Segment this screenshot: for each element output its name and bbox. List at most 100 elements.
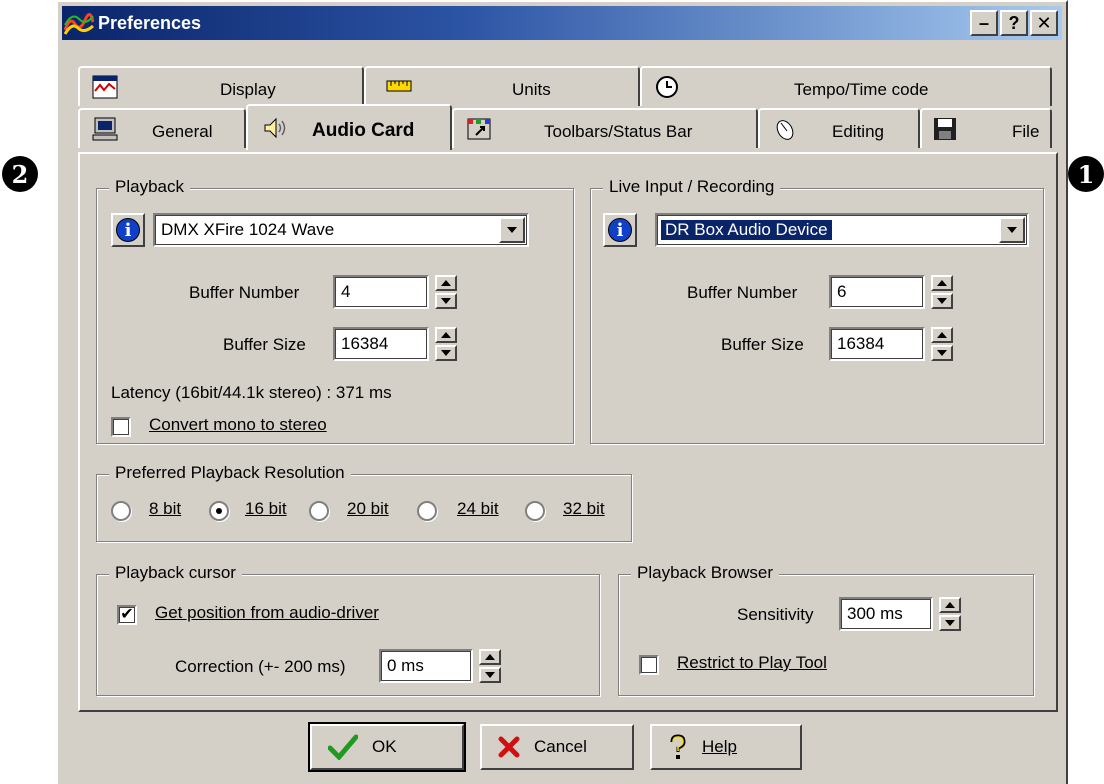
tab-label: Toolbars/Status Bar bbox=[544, 122, 693, 141]
arrow-down-icon bbox=[937, 350, 947, 356]
spin-down-button[interactable] bbox=[435, 345, 457, 361]
question-mark-icon bbox=[670, 734, 686, 759]
callout-marker-1: 1 bbox=[1068, 156, 1104, 192]
correction-input[interactable]: 0 ms bbox=[379, 649, 473, 683]
sensitivity-label: Sensitivity bbox=[737, 605, 814, 624]
tab-file[interactable]: File bbox=[920, 108, 1052, 148]
dropdown-button[interactable] bbox=[999, 217, 1025, 243]
radio-8bit[interactable] bbox=[111, 501, 131, 521]
radio-label-24bit[interactable]: 24 bit bbox=[457, 499, 499, 519]
recording-buffer-number-spinner[interactable] bbox=[931, 275, 953, 309]
spin-down-button[interactable] bbox=[931, 345, 953, 361]
tab-toolbars-status-bar[interactable]: Toolbars/Status Bar bbox=[452, 108, 758, 148]
recording-info-button[interactable]: i bbox=[603, 213, 637, 247]
spin-down-button[interactable] bbox=[931, 293, 953, 309]
recording-legend: Live Input / Recording bbox=[603, 177, 781, 197]
preferences-dialog: Preferences – ? ✕ Display Units Tempo/Ti… bbox=[56, 0, 1068, 784]
clock-icon bbox=[656, 76, 678, 98]
tab-editing[interactable]: Editing bbox=[758, 108, 920, 148]
floppy-icon bbox=[934, 118, 956, 140]
tab-tempo-time-code[interactable]: Tempo/Time code bbox=[640, 66, 1052, 106]
buffer-number-label: Buffer Number bbox=[687, 283, 798, 302]
spin-up-button[interactable] bbox=[939, 597, 961, 613]
restrict-checkbox[interactable] bbox=[639, 655, 659, 675]
recording-buffer-size-spinner[interactable] bbox=[931, 327, 953, 361]
playback-group: Playback i DMX XFire 1024 Wave Buffer Nu… bbox=[96, 177, 574, 444]
convert-mono-label[interactable]: Convert mono to stereo bbox=[149, 415, 327, 435]
radio-label-text: 32 bit bbox=[563, 499, 605, 518]
minimize-button[interactable]: – bbox=[970, 10, 998, 36]
tab-label: General bbox=[152, 122, 213, 141]
correction-spinner[interactable] bbox=[479, 649, 501, 683]
window-title: Preferences bbox=[98, 12, 202, 33]
radio-label-32bit[interactable]: 32 bit bbox=[563, 499, 605, 519]
playback-buffer-number-spinner[interactable] bbox=[435, 275, 457, 309]
playback-browser-legend: Playback Browser bbox=[631, 563, 780, 583]
close-button[interactable]: ✕ bbox=[1030, 10, 1058, 36]
restrict-label[interactable]: Restrict to Play Tool bbox=[677, 653, 827, 673]
spin-up-button[interactable] bbox=[931, 327, 953, 343]
playback-cursor-legend: Playback cursor bbox=[109, 563, 242, 583]
spin-down-button[interactable] bbox=[435, 293, 457, 309]
arrow-down-icon bbox=[441, 298, 451, 304]
radio-24bit[interactable] bbox=[417, 501, 437, 521]
arrow-down-icon bbox=[945, 620, 955, 626]
help-title-button[interactable]: ? bbox=[1000, 10, 1028, 36]
tab-units[interactable]: Units bbox=[364, 66, 640, 106]
spin-up-button[interactable] bbox=[931, 275, 953, 291]
playback-device-select[interactable]: DMX XFire 1024 Wave bbox=[153, 213, 529, 247]
recording-buffer-number-input[interactable]: 6 bbox=[829, 275, 925, 309]
ok-button[interactable]: OK bbox=[308, 722, 466, 772]
title-bar[interactable]: Preferences – ? ✕ bbox=[62, 6, 1062, 40]
checkmark-icon bbox=[328, 734, 358, 760]
ruler-icon bbox=[386, 80, 412, 92]
radio-20bit[interactable] bbox=[309, 501, 329, 521]
cancel-button[interactable]: Cancel bbox=[480, 724, 634, 770]
spin-down-button[interactable] bbox=[479, 667, 501, 683]
tab-general[interactable]: General bbox=[78, 108, 246, 148]
recording-device-value: DR Box Audio Device bbox=[661, 220, 832, 240]
radio-label-16bit[interactable]: 16 bit bbox=[245, 499, 287, 519]
playback-device-value: DMX XFire 1024 Wave bbox=[161, 220, 335, 239]
playback-cursor-group: Playback cursor ✔ Get position from audi… bbox=[96, 563, 600, 696]
playback-buffer-size-spinner[interactable] bbox=[435, 327, 457, 361]
app-waveform-icon bbox=[64, 13, 94, 35]
help-label: Help bbox=[702, 737, 737, 757]
buffer-number-label: Buffer Number bbox=[189, 283, 300, 302]
speaker-icon bbox=[264, 117, 286, 139]
radio-32bit[interactable] bbox=[525, 501, 545, 521]
spin-up-button[interactable] bbox=[479, 649, 501, 665]
arrow-down-icon bbox=[485, 672, 495, 678]
computer-icon bbox=[92, 117, 118, 141]
info-icon: i bbox=[116, 218, 140, 242]
chevron-down-icon bbox=[507, 227, 517, 233]
help-button[interactable]: Help bbox=[650, 724, 802, 770]
tab-display[interactable]: Display bbox=[78, 66, 364, 106]
radio-label-20bit[interactable]: 20 bit bbox=[347, 499, 389, 519]
cancel-label: Cancel bbox=[534, 737, 587, 756]
spin-up-button[interactable] bbox=[435, 275, 457, 291]
arrow-up-icon bbox=[441, 280, 451, 286]
playback-buffer-size-input[interactable]: 16384 bbox=[333, 327, 429, 361]
arrow-up-icon bbox=[945, 602, 955, 608]
display-icon bbox=[92, 75, 118, 99]
radio-label-8bit[interactable]: 8 bit bbox=[149, 499, 181, 519]
playback-buffer-number-input[interactable]: 4 bbox=[333, 275, 429, 309]
sensitivity-input[interactable]: 300 ms bbox=[839, 597, 933, 631]
get-position-checkbox[interactable]: ✔ bbox=[117, 605, 137, 625]
sensitivity-spinner[interactable] bbox=[939, 597, 961, 631]
playback-info-button[interactable]: i bbox=[111, 213, 145, 247]
recording-group: Live Input / Recording i DR Box Audio De… bbox=[590, 177, 1044, 444]
dropdown-button[interactable] bbox=[499, 217, 525, 243]
correction-label: Correction (+- 200 ms) bbox=[175, 657, 346, 676]
spin-down-button[interactable] bbox=[939, 615, 961, 631]
tab-audio-card[interactable]: Audio Card bbox=[246, 104, 452, 150]
radio-16bit[interactable] bbox=[209, 501, 229, 521]
playback-legend: Playback bbox=[109, 177, 190, 197]
spin-up-button[interactable] bbox=[435, 327, 457, 343]
tab-label: Tempo/Time code bbox=[794, 80, 929, 99]
recording-device-select[interactable]: DR Box Audio Device bbox=[655, 213, 1029, 247]
get-position-label[interactable]: Get position from audio-driver bbox=[155, 603, 379, 623]
convert-mono-checkbox[interactable] bbox=[111, 417, 131, 437]
recording-buffer-size-input[interactable]: 16384 bbox=[829, 327, 925, 361]
